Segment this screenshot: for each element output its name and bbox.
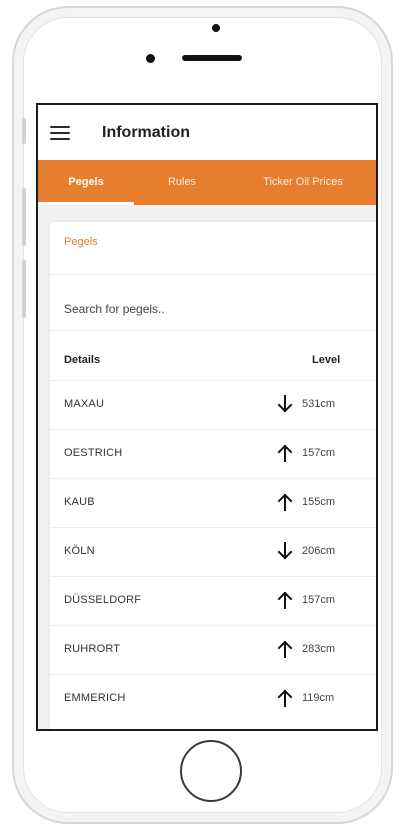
arrow-up-icon (277, 493, 293, 511)
app-bar: Information (38, 105, 376, 160)
hamburger-menu-icon[interactable] (50, 125, 70, 140)
gauge-name: OESTRICH (64, 447, 123, 459)
gauge-name: RUHRORT (64, 643, 121, 655)
table-row[interactable]: KÖLN 206cm (50, 527, 376, 576)
card-title: Pegels (64, 236, 98, 248)
table-row[interactable]: RUHRORT 283cm (50, 625, 376, 674)
gauge-name: DÜSSELDORF (64, 594, 142, 606)
column-header-level: Level (312, 354, 341, 366)
arrow-up-icon (277, 444, 293, 462)
gauge-level: 206cm (302, 545, 336, 557)
screen: Information Pegels Rules Ticker Oil Pric… (36, 103, 378, 731)
home-button[interactable] (180, 740, 242, 802)
gauge-level: 157cm (302, 594, 336, 606)
gauge-level: 157cm (302, 447, 336, 459)
gauge-level: 283cm (302, 643, 336, 655)
mute-switch (22, 118, 26, 144)
table-row[interactable]: EMMERICH 119cm (50, 674, 376, 723)
pegel-list: MAXAU 531cm OESTRICH 157cm KAUB 155cm KÖLN 206c… (50, 380, 376, 723)
gauge-name: KÖLN (64, 545, 95, 557)
volume-up-button (22, 188, 26, 246)
arrow-up-icon (277, 689, 293, 707)
search-input[interactable] (64, 298, 354, 320)
page-title: Information (102, 123, 190, 141)
gauge-name: MAXAU (64, 398, 105, 410)
gauge-name: EMMERICH (64, 692, 126, 704)
divider (50, 274, 376, 275)
front-camera (212, 24, 220, 32)
table-row[interactable]: KAUB 155cm (50, 478, 376, 527)
table-row[interactable]: DÜSSELDORF 157cm (50, 576, 376, 625)
arrow-down-icon (277, 542, 293, 560)
table-row[interactable]: MAXAU 531cm (50, 380, 376, 429)
column-header-details: Details (64, 354, 101, 366)
arrow-down-icon (277, 395, 293, 413)
tab-ticker-oil-prices[interactable]: Ticker Oil Prices (230, 160, 376, 205)
arrow-up-icon (277, 640, 293, 658)
gauge-name: KAUB (64, 496, 95, 508)
active-tab-indicator (38, 202, 134, 205)
divider (50, 330, 376, 331)
gauge-level: 119cm (302, 692, 335, 704)
tab-rules[interactable]: Rules (134, 160, 230, 205)
arrow-up-icon (277, 591, 293, 609)
tab-bar: Pegels Rules Ticker Oil Prices (38, 160, 376, 205)
gauge-level: 155cm (302, 496, 336, 508)
proximity-sensor (146, 54, 155, 63)
earpiece-speaker (182, 55, 242, 61)
table-row[interactable]: OESTRICH 157cm (50, 429, 376, 478)
volume-down-button (22, 260, 26, 318)
gauge-level: 531cm (302, 398, 336, 410)
tab-pegels[interactable]: Pegels (38, 160, 134, 205)
pegels-card: Pegels Details Level MAXAU 531cm OESTRICH 1… (50, 222, 376, 729)
